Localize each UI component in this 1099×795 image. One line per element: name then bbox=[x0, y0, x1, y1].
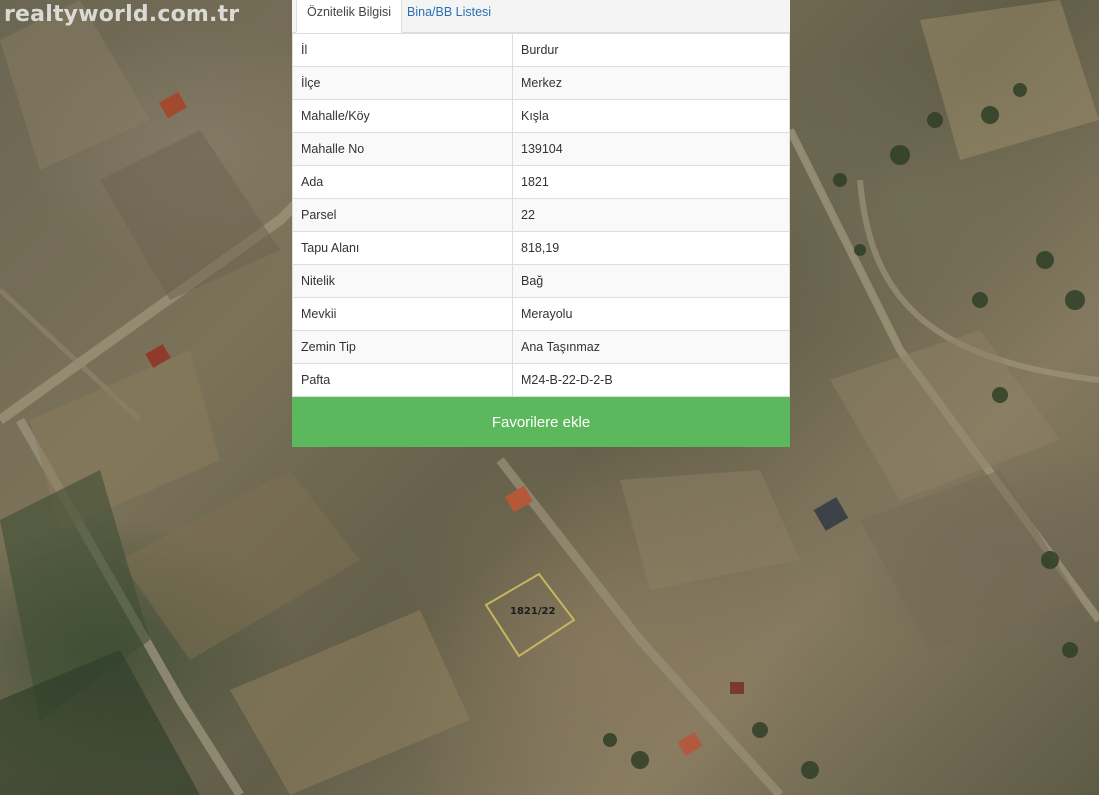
attribute-key: Mahalle No bbox=[292, 132, 513, 166]
attribute-key: Zemin Tip bbox=[292, 330, 513, 364]
table-row: Mahalle/Köy Kışla bbox=[292, 99, 790, 133]
attribute-value: Bağ bbox=[512, 264, 790, 298]
attribute-value: Merayolu bbox=[512, 297, 790, 331]
attribute-key: Parsel bbox=[292, 198, 513, 232]
attribute-value: M24-B-22-D-2-B bbox=[512, 363, 790, 397]
attribute-table: İl Burdur İlçe Merkez Mahalle/Köy Kışla Mahall… bbox=[292, 33, 790, 397]
tab-building-list[interactable]: Bina/BB Listesi bbox=[397, 0, 501, 32]
attribute-key: İlçe bbox=[292, 66, 513, 100]
attribute-value: Burdur bbox=[512, 33, 790, 67]
attribute-value: 22 bbox=[512, 198, 790, 232]
tab-bar: Öznitelik Bilgisi Bina/BB Listesi bbox=[292, 0, 790, 33]
attribute-key: Mevkii bbox=[292, 297, 513, 331]
table-row: Tapu Alanı 818,19 bbox=[292, 231, 790, 265]
attribute-value: Ana Taşınmaz bbox=[512, 330, 790, 364]
table-row: İl Burdur bbox=[292, 33, 790, 67]
add-to-favorites-button[interactable]: Favorilere ekle bbox=[292, 397, 790, 447]
table-row: Pafta M24-B-22-D-2-B bbox=[292, 363, 790, 397]
tab-attribute-info[interactable]: Öznitelik Bilgisi bbox=[296, 0, 403, 33]
table-row: Nitelik Bağ bbox=[292, 264, 790, 298]
table-row: Zemin Tip Ana Taşınmaz bbox=[292, 330, 790, 364]
attribute-value: 818,19 bbox=[512, 231, 790, 265]
attribute-key: Nitelik bbox=[292, 264, 513, 298]
attribute-panel: Öznitelik Bilgisi Bina/BB Listesi İl Burd… bbox=[292, 0, 790, 447]
table-row: Parsel 22 bbox=[292, 198, 790, 232]
parcel-label[interactable]: 1821/22 bbox=[510, 606, 555, 617]
table-row: Mahalle No 139104 bbox=[292, 132, 790, 166]
attribute-key: Mahalle/Köy bbox=[292, 99, 513, 133]
attribute-value: 139104 bbox=[512, 132, 790, 166]
attribute-key: Tapu Alanı bbox=[292, 231, 513, 265]
attribute-value: Merkez bbox=[512, 66, 790, 100]
attribute-key: Pafta bbox=[292, 363, 513, 397]
table-row: Ada 1821 bbox=[292, 165, 790, 199]
attribute-key: Ada bbox=[292, 165, 513, 199]
table-row: İlçe Merkez bbox=[292, 66, 790, 100]
attribute-key: İl bbox=[292, 33, 513, 67]
attribute-value: Kışla bbox=[512, 99, 790, 133]
table-row: Mevkii Merayolu bbox=[292, 297, 790, 331]
attribute-value: 1821 bbox=[512, 165, 790, 199]
watermark-text: realtyworld.com.tr bbox=[4, 2, 240, 27]
